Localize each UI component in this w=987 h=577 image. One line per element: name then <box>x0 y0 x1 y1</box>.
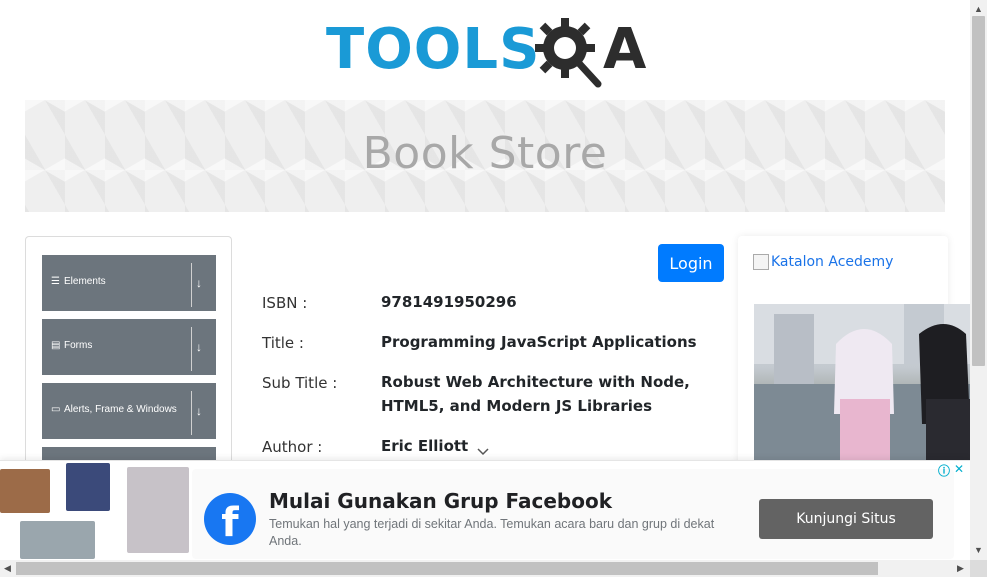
sidebar-group-alerts[interactable]: ▭ Alerts, Frame & Windows ↓ <box>42 383 216 439</box>
toolsqa-logo[interactable]: TOOLS A <box>326 16 651 92</box>
bottom-ad-banner[interactable]: f Mulai Gunakan Grup Facebook Temukan ha… <box>0 460 970 563</box>
cosplay-photo-image <box>754 304 970 464</box>
divider <box>191 327 192 371</box>
broken-image-icon <box>753 254 769 270</box>
sidebar-group-label: Alerts, Frame & Windows <box>64 404 177 415</box>
group-thumbnail <box>20 521 95 559</box>
login-button[interactable]: Login <box>658 244 724 282</box>
author-label: Author : <box>262 438 323 456</box>
scroll-up-arrow-icon[interactable]: ▲ <box>974 4 983 14</box>
page-title: Book Store <box>362 128 608 179</box>
chevron-down-icon[interactable] <box>476 444 490 458</box>
vertical-scroll-thumb[interactable] <box>972 16 985 366</box>
form-icon: ▤ <box>51 340 61 351</box>
ad-card[interactable]: f Mulai Gunakan Grup Facebook Temukan ha… <box>192 469 954 559</box>
cosplay-thumbnail <box>127 467 189 553</box>
author-value: Eric Elliott <box>381 437 469 455</box>
title-label: Title : <box>262 334 304 352</box>
scroll-right-arrow-icon[interactable]: ▶ <box>957 563 964 574</box>
vertical-scrollbar[interactable]: ▲ ▼ <box>970 0 987 560</box>
scrollbar-corner <box>970 560 987 577</box>
divider <box>191 391 192 435</box>
visit-site-button[interactable]: Kunjungi Situs <box>759 499 933 539</box>
logo-text-tools: TOOLS <box>326 17 541 82</box>
ad-title[interactable]: Mulai Gunakan Grup Facebook <box>269 489 612 513</box>
subtitle-value: Robust Web Architecture with Node, HTML5… <box>381 373 690 415</box>
horizontal-scroll-thumb[interactable] <box>16 562 878 575</box>
close-ad-icon[interactable]: ✕ <box>954 462 964 476</box>
window-icon: ▭ <box>51 404 61 415</box>
isbn-value: 9781491950296 <box>381 293 517 311</box>
adchoices-controls[interactable]: ⓘ ✕ <box>938 462 968 478</box>
scroll-down-arrow-icon[interactable]: ▼ <box>974 545 983 555</box>
hamburger-icon: ☰ <box>51 276 60 287</box>
sidebar-group-elements[interactable]: ☰ Elements ↓ <box>42 255 216 311</box>
people-thumbnail <box>66 463 110 511</box>
food-thumbnail <box>0 469 50 513</box>
gear-magnifier-icon <box>535 18 602 88</box>
subtitle-label: Sub Title : <box>262 374 338 392</box>
sidebar-group-forms[interactable]: ▤ Forms ↓ <box>42 319 216 375</box>
ad-description: Temukan hal yang terjadi di sekitar Anda… <box>269 517 715 548</box>
ad-thumbnails <box>0 461 190 563</box>
page-banner: Book Store <box>25 100 945 212</box>
adchoices-icon[interactable]: ⓘ <box>938 462 950 478</box>
download-icon: ↓ <box>196 404 202 418</box>
sidebar-group-label: Forms <box>64 340 93 351</box>
download-icon: ↓ <box>196 340 202 354</box>
left-sidebar: ☰ Elements ↓ ▤ Forms ↓ ▭ Alerts, Frame &… <box>25 236 232 477</box>
download-icon: ↓ <box>196 276 202 290</box>
divider <box>191 263 192 307</box>
katalon-alt-text: Katalon Acedemy <box>771 254 894 270</box>
sidebar-group-label: Elements <box>64 276 106 287</box>
isbn-label: ISBN : <box>262 294 308 312</box>
ad-photo[interactable] <box>754 304 970 464</box>
facebook-logo-icon: f <box>204 493 256 545</box>
katalon-ad-link[interactable]: Katalon Acedemy <box>753 254 893 270</box>
title-value: Programming JavaScript Applications <box>381 333 697 351</box>
logo-text-a: A <box>603 17 648 82</box>
scroll-left-arrow-icon[interactable]: ◀ <box>4 563 11 574</box>
horizontal-scrollbar[interactable]: ◀ ▶ <box>0 560 970 577</box>
